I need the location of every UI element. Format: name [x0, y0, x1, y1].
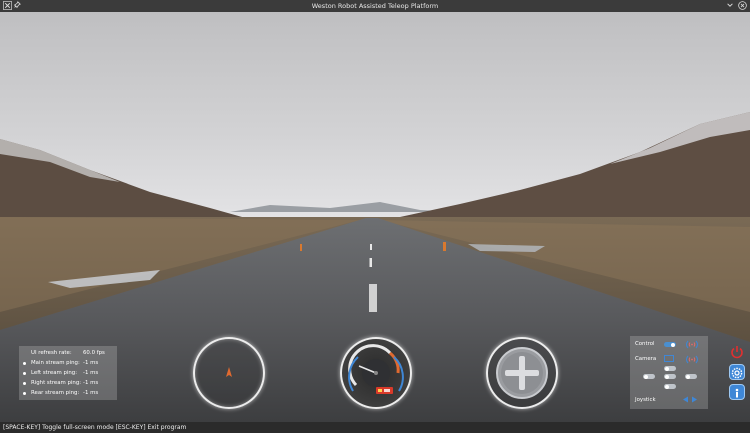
stat-label: Rear stream ping:	[31, 390, 80, 396]
bullet-icon	[23, 372, 26, 375]
camera-toggle-rear[interactable]	[664, 384, 676, 389]
close-circle-icon[interactable]	[737, 1, 747, 11]
plus-icon	[496, 347, 548, 399]
stat-value: -1 ms	[83, 370, 99, 376]
camera-label: Camera	[635, 356, 657, 362]
stat-row: Left stream ping: -1 ms	[19, 369, 117, 378]
monitor-icon[interactable]	[664, 355, 674, 363]
compass-gauge	[193, 337, 265, 409]
bullet-icon	[23, 392, 26, 395]
settings-icon	[731, 367, 743, 379]
title-bar: Weston Robot Assisted Teleop Platform	[0, 0, 750, 12]
stat-value: -1 ms	[83, 380, 99, 386]
left-right-arrows-icon[interactable]	[683, 396, 697, 403]
heading-arrow-icon	[226, 367, 232, 377]
control-label: Control	[635, 341, 655, 347]
camera-toggle-main[interactable]	[664, 374, 676, 379]
bullet-icon	[23, 382, 26, 385]
joystick-pad[interactable]	[486, 337, 558, 409]
stat-label: Main stream ping:	[31, 360, 80, 366]
camera-toggle-left[interactable]	[643, 374, 655, 379]
stat-row: Rear stream ping: -1 ms	[19, 389, 117, 398]
control-panel: Control Camera Joystick	[630, 336, 708, 409]
stat-value: -1 ms	[83, 390, 99, 396]
power-button[interactable]	[729, 344, 745, 360]
speed-dial-icon	[348, 344, 404, 394]
stat-value: 60.0 fps	[83, 350, 105, 356]
joystick-label: Joystick	[635, 397, 656, 403]
window-title: Weston Robot Assisted Teleop Platform	[311, 2, 439, 10]
stat-row: Main stream ping: -1 ms	[19, 359, 117, 368]
info-button[interactable]	[729, 384, 745, 400]
speedometer-gauge	[340, 337, 412, 409]
stat-row: UI refresh rate: 60.0 fps	[19, 349, 117, 358]
bullet-icon	[23, 362, 26, 365]
signal-icon	[686, 355, 698, 364]
stat-value: -1 ms	[83, 360, 99, 366]
chevron-down-icon[interactable]	[725, 1, 735, 11]
stat-label: UI refresh rate:	[31, 350, 72, 356]
app-window: Weston Robot Assisted Teleop Platform UI…	[0, 0, 750, 433]
stat-label: Left stream ping:	[31, 370, 78, 376]
stat-row: Right stream ping: -1 ms	[19, 379, 117, 388]
camera-toggle-top[interactable]	[664, 366, 676, 371]
camera-toggle-right[interactable]	[685, 374, 697, 379]
signal-icon	[686, 340, 698, 349]
control-toggle[interactable]	[664, 342, 676, 347]
settings-button[interactable]	[729, 364, 745, 380]
status-bar: [SPACE-KEY] Toggle full-screen mode [ESC…	[0, 422, 750, 433]
stat-label: Right stream ping:	[31, 380, 82, 386]
stats-panel: UI refresh rate: 60.0 fps Main stream pi…	[19, 346, 117, 400]
info-icon	[735, 388, 739, 398]
power-icon	[731, 346, 743, 359]
